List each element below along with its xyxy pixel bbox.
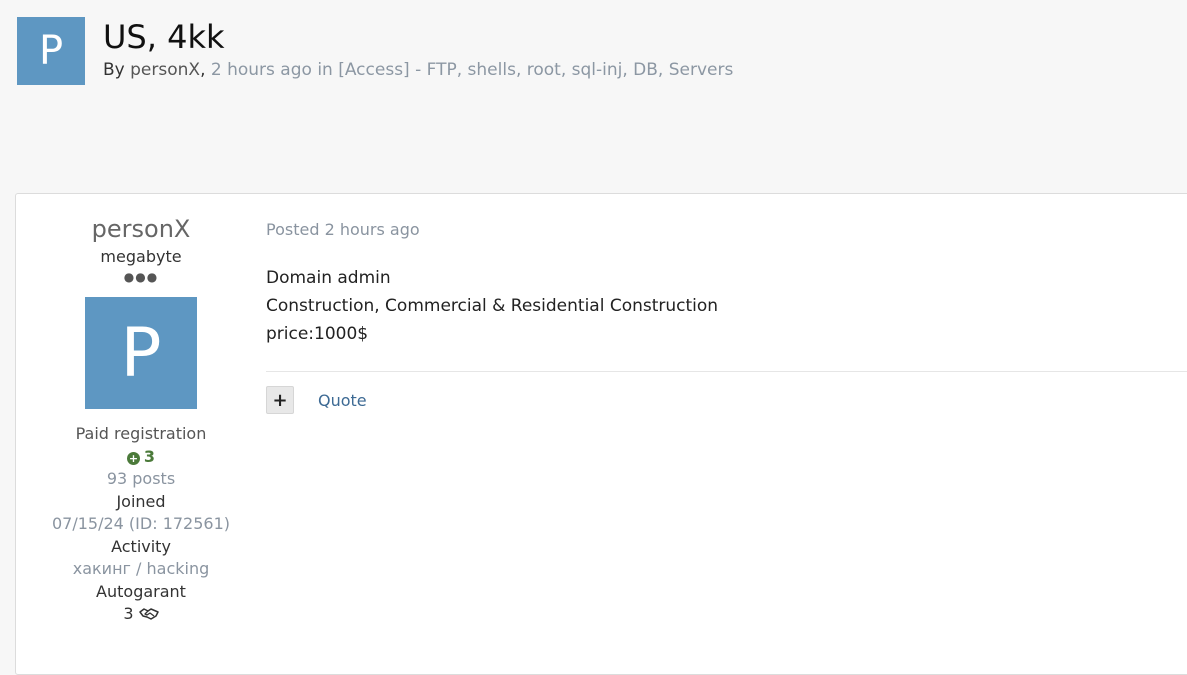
author-name-link[interactable]: personX: [16, 214, 266, 244]
reputation-value: 3: [143, 446, 156, 466]
byline-separator: ,: [200, 60, 206, 80]
author-posts-link[interactable]: 93 posts: [16, 468, 266, 491]
autogarant-row: 3: [16, 603, 266, 628]
joined-value: 07/15/24 (ID: 172561): [51, 514, 231, 533]
autogarant-value: 3: [123, 604, 134, 623]
post-body: Posted 2 hours ago Domain admin Construc…: [266, 194, 1187, 414]
activity-label: Activity: [111, 536, 171, 556]
post-divider: [266, 371, 1187, 372]
topic-header: P US, 4kk By personX, 2 hours ago in [Ac…: [17, 17, 733, 85]
post-line: Construction, Commercial & Residential C…: [266, 296, 719, 316]
quote-button[interactable]: Quote: [318, 391, 367, 410]
byline-in-label: in: [317, 60, 333, 80]
byline-forum-link[interactable]: [Access] - FTP, shells, root, sql-inj, D…: [338, 60, 733, 80]
joined-label: Joined: [116, 491, 166, 511]
handshake-icon: [138, 605, 159, 628]
author-reputation[interactable]: +3: [16, 446, 266, 469]
post-line: price:1000$: [266, 324, 369, 344]
byline-by-label: By: [103, 60, 125, 80]
post-actions: + Quote: [266, 386, 1187, 414]
author-rank: megabyte: [100, 247, 182, 266]
post-card: personX megabyte ●●● P Paid registration…: [15, 193, 1187, 675]
byline-author-link[interactable]: personX: [130, 60, 200, 80]
post-content: Domain admin Construction, Commercial & …: [266, 264, 1187, 348]
topic-title: US, 4kk: [103, 18, 225, 56]
multiquote-plus-button[interactable]: +: [266, 386, 294, 414]
rank-dots-icon: ●●●: [123, 270, 159, 284]
byline-time: 2 hours ago: [210, 60, 312, 80]
topic-author-avatar[interactable]: P: [17, 17, 85, 85]
author-avatar[interactable]: P: [85, 297, 197, 409]
post-line: Domain admin: [266, 268, 391, 288]
author-group: Paid registration: [75, 424, 207, 443]
autogarant-label: Autogarant: [96, 581, 186, 601]
author-panel: personX megabyte ●●● P Paid registration…: [16, 194, 266, 628]
plus-circle-icon: +: [126, 451, 140, 465]
activity-value: хакинг / hacking: [72, 559, 210, 578]
topic-byline: By personX, 2 hours ago in [Access] - FT…: [103, 60, 733, 80]
topic-header-text: US, 4kk By personX, 2 hours ago in [Acce…: [103, 17, 733, 80]
post-date[interactable]: Posted 2 hours ago: [266, 220, 1187, 239]
